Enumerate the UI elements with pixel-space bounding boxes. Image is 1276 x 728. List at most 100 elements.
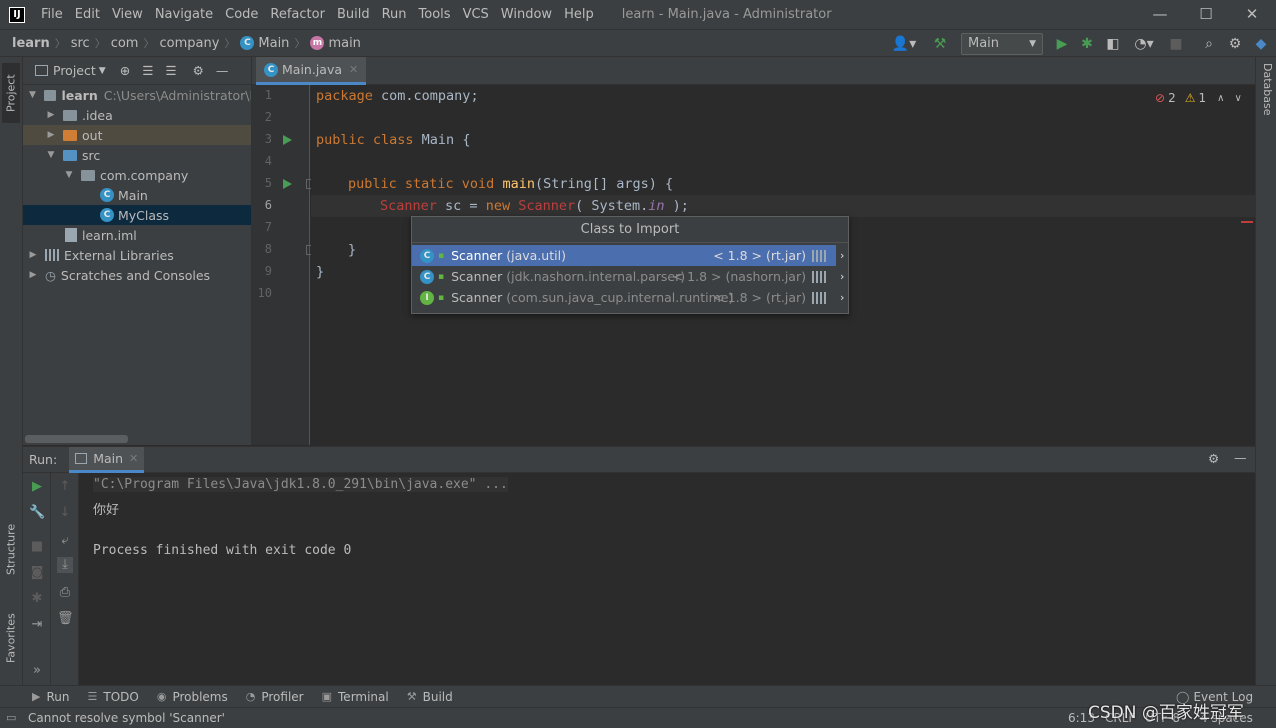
project-view-select[interactable]: Project [53,63,96,78]
problems-tool-button[interactable]: ◉ Problems [157,690,228,704]
menu-help[interactable]: Help [558,7,600,22]
next-problem-icon[interactable]: ∨ [1234,93,1241,104]
project-tool-tab[interactable]: Project [2,63,20,123]
debug-bug-icon[interactable]: ✱ [29,591,45,607]
camera-icon[interactable]: ◙ [29,565,45,581]
breadcrumb-learn[interactable]: learn [12,36,50,51]
run-configuration-select[interactable]: Main ▼ [961,33,1043,55]
close-tab-icon[interactable]: ✕ [349,63,358,76]
scroll-to-end-icon[interactable]: ⤓ [57,557,73,573]
soft-wrap-icon[interactable]: ⤶ [57,533,73,549]
close-tab-icon[interactable]: ✕ [129,452,138,465]
tree-item-main[interactable]: C Main [23,185,251,205]
stop-icon[interactable]: ■ [1168,34,1184,54]
tree-item-com-company[interactable]: ▼ com.company [23,165,251,185]
collapsed-arrow-icon[interactable]: ▶ [45,130,57,140]
breadcrumb-company[interactable]: company [159,36,219,51]
menu-code[interactable]: Code [219,7,264,22]
search-icon[interactable]: ⌕ [1200,34,1218,54]
menu-window[interactable]: Window [495,7,558,22]
wrench-icon[interactable]: 🔧 [29,505,45,521]
profiler-tool-button[interactable]: ◔ Profiler [246,690,304,704]
hide-panel-icon[interactable]: — [1234,450,1247,465]
collapsed-arrow-icon[interactable]: ▶ [27,270,39,280]
hide-panel-icon[interactable]: — [216,63,229,78]
more-icon[interactable]: » [29,663,45,679]
arrow-down-icon[interactable]: ↓ [57,505,73,521]
tree-item-learn[interactable]: ▼ learn C:\Users\Administrator\De [23,85,251,105]
minimize-button[interactable]: — [1137,0,1183,29]
settings-gear-icon[interactable]: ⚙ [1226,34,1244,54]
breadcrumb-com[interactable]: com [111,36,139,51]
tree-item-learn-iml[interactable]: learn.iml [23,225,251,245]
collapsed-arrow-icon[interactable]: ▶ [45,110,57,120]
import-option-java-util[interactable]: C ▪ Scanner (java.util) < 1.8 > (rt.jar)… [412,245,844,266]
panel-settings-gear-icon[interactable]: ⚙ [193,63,204,78]
close-window-button[interactable]: ✕ [1229,0,1275,29]
locate-file-icon[interactable]: ⊕ [120,63,130,78]
collapsed-arrow-icon[interactable]: ▶ [27,250,39,260]
settings-gear-icon[interactable]: ⚙ [1208,451,1219,466]
maximize-button[interactable]: ☐ [1183,0,1229,29]
tree-item-scratches[interactable]: ▶ ◷ Scratches and Consoles [23,265,251,285]
breadcrumb-main-class[interactable]: Main [258,36,289,51]
user-icon[interactable]: 👤▾ [890,34,918,54]
tree-item-idea[interactable]: ▶ .idea [23,105,251,125]
menu-refactor[interactable]: Refactor [264,7,331,22]
favorites-tool-tab[interactable]: Favorites [2,605,20,671]
print-icon[interactable]: ⎙ [57,585,73,601]
build-tool-button[interactable]: ⚒ Build [407,690,453,704]
arrow-up-icon[interactable]: ↑ [57,479,73,495]
previous-problem-icon[interactable]: ∧ [1217,93,1224,104]
debug-icon[interactable]: ✱ [1078,34,1096,54]
tree-item-myclass[interactable]: C MyClass [23,205,251,225]
import-option-nashorn[interactable]: C ▪ Scanner (jdk.nashorn.internal.parser… [412,266,844,287]
menu-edit[interactable]: Edit [69,7,106,22]
dropdown-arrow-icon[interactable]: ▼ [99,66,106,76]
chevron-right-icon[interactable]: › [840,249,844,262]
trash-icon[interactable]: 🗑 [57,611,74,627]
run-tab-main[interactable]: Main ✕ [69,446,145,473]
breadcrumb-main-method[interactable]: main [328,36,360,51]
menu-vcs[interactable]: VCS [457,7,495,22]
inspection-widget[interactable]: ⊘ 2 ⚠ 1 ∧ ∨ [1155,91,1242,105]
run-class-gutter-icon[interactable] [283,135,292,145]
database-tool-tab[interactable]: Database [1258,63,1274,143]
run-method-gutter-icon[interactable] [283,179,292,189]
terminal-tool-button[interactable]: ▣ Terminal [322,690,389,704]
tree-item-out[interactable]: ▶ out [23,125,251,145]
menu-view[interactable]: View [106,7,149,22]
chevron-right-icon[interactable]: › [840,291,844,304]
error-stripe-marker[interactable] [1241,221,1253,223]
stop-icon[interactable]: ■ [29,539,45,555]
collapse-all-icon[interactable]: ☰ [165,63,176,78]
profile-icon[interactable]: ◔▾ [1128,34,1160,54]
expanded-arrow-icon[interactable]: ▼ [45,150,57,160]
run-tool-button[interactable]: ▶ Run [32,690,69,704]
tree-item-external-libraries[interactable]: ▶ External Libraries [23,245,251,265]
import-option-java-cup[interactable]: I ▪ Scanner (com.sun.java_cup.internal.r… [412,287,844,308]
chevron-right-icon[interactable]: › [840,270,844,283]
menu-build[interactable]: Build [331,7,376,22]
chevron-right-icon: 〉 [54,37,66,50]
breadcrumb-src[interactable]: src [71,36,90,51]
structure-tool-tab[interactable]: Structure [2,513,20,585]
expand-all-icon[interactable]: ☰ [142,63,153,78]
exit-icon[interactable]: ⇥ [29,617,45,633]
tree-item-src[interactable]: ▼ src [23,145,251,165]
run-icon[interactable]: ▶ [1053,34,1071,54]
menu-navigate[interactable]: Navigate [149,7,219,22]
rerun-icon[interactable]: ▶ [29,479,45,495]
horizontal-scrollbar[interactable] [25,435,128,443]
expanded-arrow-icon[interactable]: ▼ [63,170,75,180]
coverage-icon[interactable]: ◧ [1104,34,1122,54]
toolbox-icon[interactable]: ◆ [1252,34,1270,54]
todo-tool-button[interactable]: ☰ TODO [87,690,138,704]
build-hammer-icon[interactable]: ⚒ [930,34,950,54]
expanded-arrow-icon[interactable]: ▼ [27,90,38,100]
editor-tab-main-java[interactable]: C Main.java ✕ [256,57,367,85]
menu-run[interactable]: Run [376,7,413,22]
menu-file[interactable]: File [35,7,69,22]
tool-windows-icon[interactable]: ▭ [6,711,16,724]
menu-tools[interactable]: Tools [413,7,457,22]
